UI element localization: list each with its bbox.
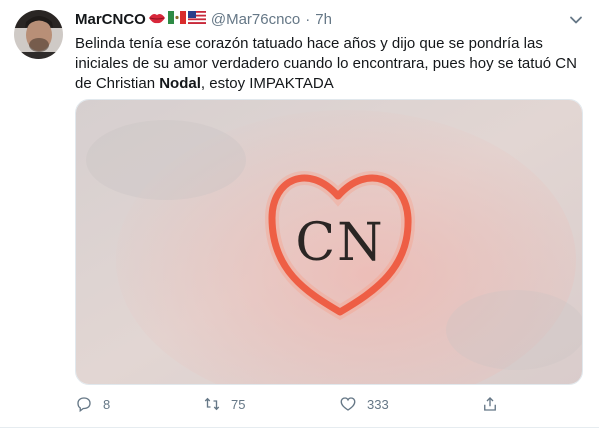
tweet-image[interactable]: CN — [75, 99, 583, 385]
mexico-flag-icon — [167, 11, 186, 29]
reply-button[interactable]: 8 — [75, 392, 110, 416]
lips-icon — [148, 11, 166, 30]
like-count: 333 — [367, 396, 389, 412]
heart-icon — [340, 397, 356, 411]
chevron-down-icon[interactable] — [568, 12, 584, 28]
retweet-icon — [204, 397, 220, 411]
tweet[interactable]: MarCNCO @Mar76cnco · 7h Belinda tenía es… — [0, 0, 599, 428]
tattoo-initials: CN — [295, 213, 384, 273]
usa-flag-icon — [187, 11, 206, 29]
retweet-button[interactable]: 75 — [203, 392, 245, 416]
tweet-text-bold: Nodal — [159, 75, 201, 92]
user-handle[interactable]: @Mar76cnco — [211, 11, 300, 29]
separator-dot: · — [305, 11, 311, 28]
reply-count: 8 — [103, 396, 111, 412]
like-button[interactable]: 333 — [339, 392, 389, 416]
display-name[interactable]: MarCNCO — [75, 11, 146, 29]
tweet-actions: 8 75 333 — [75, 392, 505, 416]
tweet-text-part2: , estoy IMPAKTADA — [200, 75, 334, 92]
share-button[interactable] — [481, 392, 499, 416]
timestamp[interactable]: 7h — [315, 11, 332, 29]
tweet-text: Belinda tenía ese corazón tatuado hace a… — [75, 34, 585, 94]
avatar[interactable] — [14, 10, 63, 59]
retweet-count: 75 — [231, 396, 246, 412]
tweet-header: MarCNCO @Mar76cnco · 7h — [75, 11, 332, 29]
reply-icon — [77, 397, 91, 413]
share-icon — [484, 397, 496, 411]
